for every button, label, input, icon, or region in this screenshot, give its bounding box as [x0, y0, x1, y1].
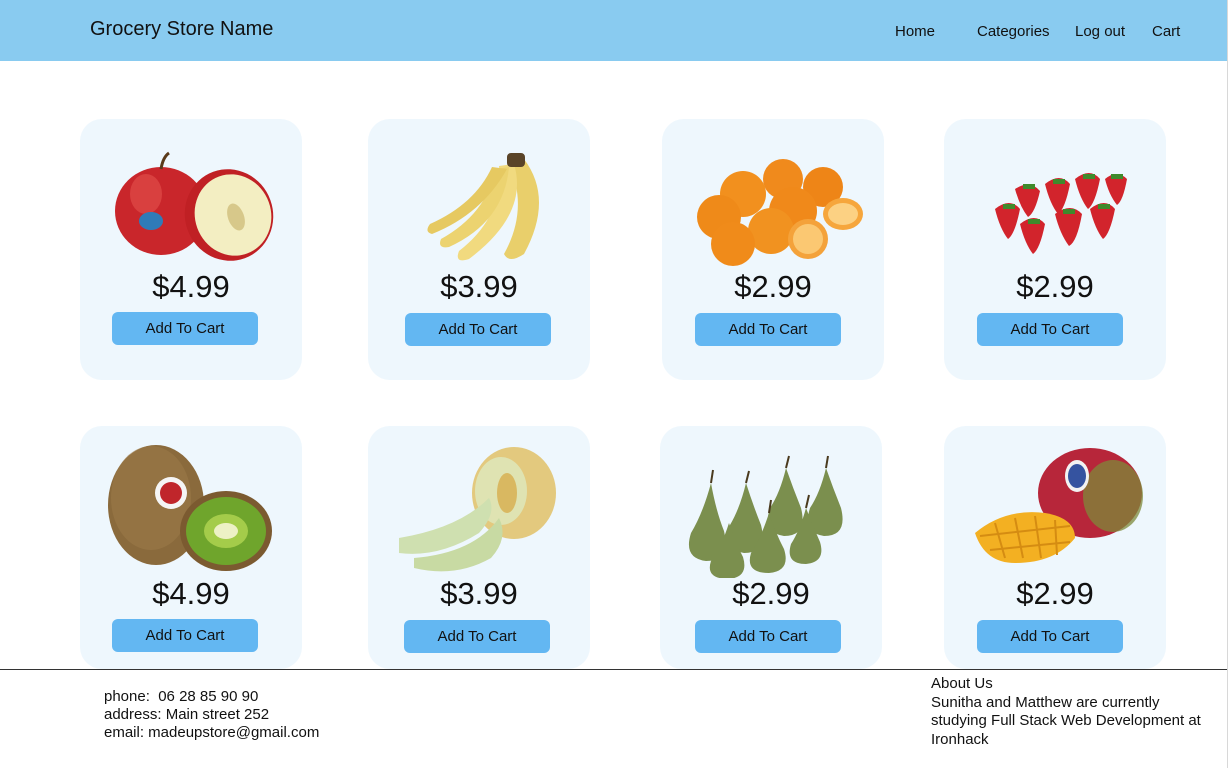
melon-image [399, 447, 556, 572]
product-price: $4.99 [152, 576, 230, 611]
add-to-cart-button[interactable]: Add To Cart [977, 313, 1123, 346]
product-card-mango: $2.99 Add To Cart [944, 426, 1166, 669]
nav-logout-link[interactable]: Log out [1075, 23, 1125, 40]
add-to-cart-button[interactable]: Add To Cart [405, 313, 551, 346]
product-price: $3.99 [440, 269, 518, 304]
nav-categories-link[interactable]: Categories [977, 23, 1050, 40]
add-to-cart-button[interactable]: Add To Cart [112, 619, 258, 652]
product-price: $2.99 [1016, 269, 1094, 304]
pear-image [688, 455, 843, 578]
product-price: $2.99 [1016, 576, 1094, 611]
nav-cart-link[interactable]: Cart [1152, 23, 1180, 40]
add-to-cart-button[interactable]: Add To Cart [695, 313, 841, 346]
nav-home-link[interactable]: Home [895, 23, 935, 40]
product-card-apple: $4.99 Add To Cart [80, 119, 302, 380]
product-price: $3.99 [440, 576, 518, 611]
product-card-strawberry: $2.99 Add To Cart [944, 119, 1166, 380]
about-us-text: Sunitha and Matthew are currently studyi… [931, 693, 1201, 748]
store-name[interactable]: Grocery Store Name [90, 18, 273, 41]
apple-image [115, 151, 274, 261]
footer: phone: 06 28 85 90 90 address: Main stre… [0, 669, 1228, 768]
banana-image [427, 153, 539, 261]
about-us-section: About Us Sunitha and Matthew are current… [931, 675, 1201, 749]
product-card-melon: $3.99 Add To Cart [368, 426, 590, 669]
top-navbar: Grocery Store Name Home Categories Log o… [0, 0, 1228, 61]
product-card-kiwi: $4.99 Add To Cart [80, 426, 302, 669]
email-text[interactable]: email: madeupstore@gmail.com [104, 724, 319, 742]
contact-info: phone: 06 28 85 90 90 address: Main stre… [104, 688, 319, 742]
product-card-banana: $3.99 Add To Cart [368, 119, 590, 380]
about-us-title: About Us [931, 675, 993, 692]
add-to-cart-button[interactable]: Add To Cart [695, 620, 841, 653]
address-text: address: Main street 252 [104, 706, 270, 723]
product-card-pear: $2.99 Add To Cart [660, 426, 882, 669]
add-to-cart-button[interactable]: Add To Cart [404, 620, 550, 653]
mango-image [975, 448, 1143, 563]
product-price: $2.99 [734, 269, 812, 304]
product-card-orange: $2.99 Add To Cart [662, 119, 884, 380]
add-to-cart-button[interactable]: Add To Cart [977, 620, 1123, 653]
phone-text: phone: 06 28 85 90 90 [104, 688, 259, 705]
product-price: $4.99 [152, 269, 230, 304]
strawberry-image [995, 173, 1127, 254]
add-to-cart-button[interactable]: Add To Cart [112, 312, 258, 345]
orange-image [697, 159, 863, 266]
kiwi-image [108, 445, 272, 571]
product-price: $2.99 [732, 576, 810, 611]
